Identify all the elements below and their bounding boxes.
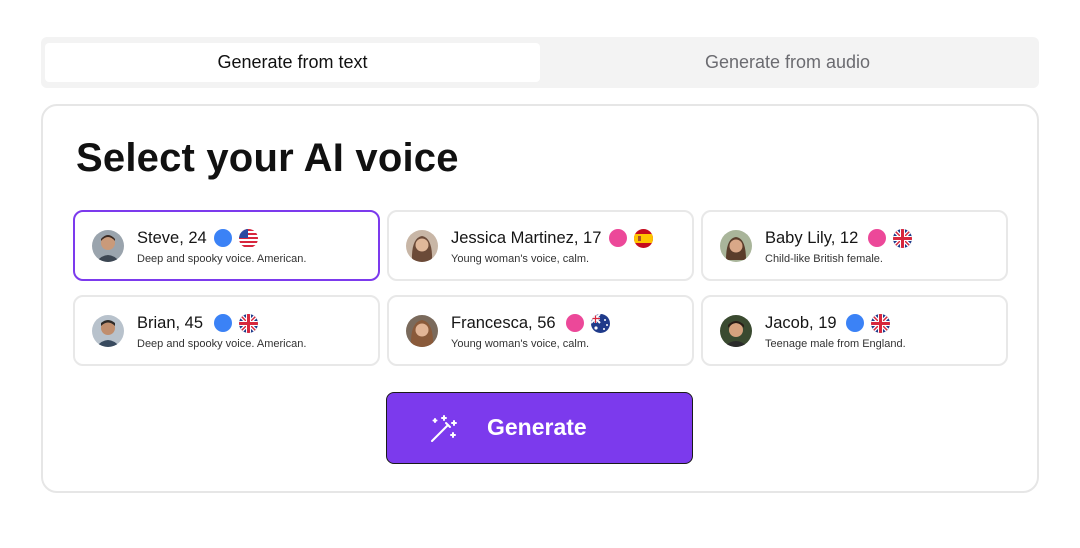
voice-name: Steve, 24 xyxy=(137,229,207,247)
voice-description: Deep and spooky voice. American. xyxy=(137,253,307,265)
mode-tabs: Generate from text Generate from audio xyxy=(41,37,1039,88)
female-voice-dot-icon xyxy=(868,229,886,247)
voice-card-jacob[interactable]: Jacob, 19 Teenage male from England. xyxy=(701,295,1008,366)
avatar xyxy=(92,230,124,262)
tab-generate-from-audio[interactable]: Generate from audio xyxy=(540,43,1035,82)
voice-name: Francesca, 56 xyxy=(451,314,556,332)
magic-wand-icon xyxy=(431,415,457,442)
us-flag-icon xyxy=(239,229,258,248)
avatar xyxy=(720,230,752,262)
generate-label: Generate xyxy=(487,414,587,440)
voice-card-jessica[interactable]: Jessica Martinez, 17 Young woman's voice… xyxy=(387,210,694,281)
voice-selection-card: Select your AI voice Steve, 24 Deep and … xyxy=(41,104,1039,493)
voice-name: Baby Lily, 12 xyxy=(765,229,859,247)
tab-generate-from-text[interactable]: Generate from text xyxy=(45,43,540,82)
voice-description: Teenage male from England. xyxy=(765,338,906,350)
male-voice-dot-icon xyxy=(214,314,232,332)
avatar xyxy=(720,315,752,347)
es-flag-icon xyxy=(634,229,653,248)
avatar xyxy=(92,315,124,347)
uk-flag-icon xyxy=(871,314,890,333)
female-voice-dot-icon xyxy=(566,314,584,332)
au-flag-icon xyxy=(591,314,610,333)
voice-name: Brian, 45 xyxy=(137,314,204,332)
voice-description: Deep and spooky voice. American. xyxy=(137,338,307,350)
page-title: Select your AI voice xyxy=(76,136,459,180)
voice-description: Child-like British female. xyxy=(765,253,883,265)
voice-description: Young woman's voice, calm. xyxy=(451,253,590,265)
male-voice-dot-icon xyxy=(214,229,232,247)
voice-card-steve[interactable]: Steve, 24 Deep and spooky voice. America… xyxy=(73,210,380,281)
generate-button[interactable]: Generate xyxy=(386,392,693,464)
male-voice-dot-icon xyxy=(846,314,864,332)
voice-name: Jessica Martinez, 17 xyxy=(451,229,602,247)
uk-flag-icon xyxy=(893,229,912,248)
voice-name: Jacob, 19 xyxy=(765,314,837,332)
voice-card-francesca[interactable]: Francesca, 56 Young woman's voice, calm. xyxy=(387,295,694,366)
female-voice-dot-icon xyxy=(609,229,627,247)
avatar xyxy=(406,315,438,347)
voice-card-baby-lily[interactable]: Baby Lily, 12 Child-like British female. xyxy=(701,210,1008,281)
uk-flag-icon xyxy=(239,314,258,333)
voice-description: Young woman's voice, calm. xyxy=(451,338,590,350)
voice-grid: Steve, 24 Deep and spooky voice. America… xyxy=(73,210,1008,366)
voice-card-brian[interactable]: Brian, 45 Deep and spooky voice. America… xyxy=(73,295,380,366)
avatar xyxy=(406,230,438,262)
